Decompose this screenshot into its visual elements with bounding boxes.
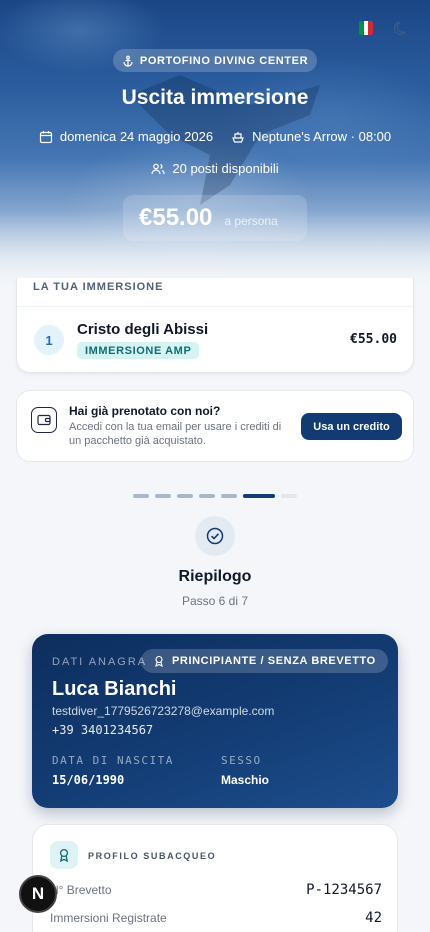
- step-dot: [221, 494, 237, 498]
- dive-center-badge: PORTOFINO DIVING CENTER: [113, 49, 317, 72]
- level-text: PRINCIPIANTE / SENZA BREVETTO: [172, 655, 376, 667]
- sex-value: Maschio: [221, 773, 270, 787]
- users-icon: [151, 163, 165, 174]
- check-circle-icon: [206, 527, 224, 545]
- next-devtools-button[interactable]: N: [19, 875, 57, 913]
- step-title: Riepilogo: [178, 568, 252, 585]
- personal-data-label: DATI ANAGRA: [52, 656, 148, 668]
- step-dot: [243, 494, 275, 498]
- trip-meta: domenica 24 maggio 2026 Neptune's Arrow …: [0, 129, 430, 144]
- profile-row: Immersioni Registrate 42: [50, 910, 382, 926]
- step-dot: [177, 494, 193, 498]
- profile-row-label: N° Brevetto: [50, 883, 112, 897]
- dive-type-tag: IMMERSIONE AMP: [77, 342, 200, 359]
- dob-value: 15/06/1990: [52, 773, 125, 787]
- step-dot: [281, 494, 297, 498]
- seats-available: 20 posti disponibili: [172, 161, 279, 176]
- personal-data-card: DATI ANAGRA PRINCIPIANTE / SENZA BREVETT…: [32, 634, 398, 808]
- sex-label: SESSO: [221, 754, 262, 767]
- customer-phone: +39 3401234567: [52, 723, 154, 737]
- dive-center-name: PORTOFINO DIVING CENTER: [139, 54, 309, 67]
- profile-row-label: Immersioni Registrate: [50, 911, 167, 925]
- step-dot: [155, 494, 171, 498]
- step-progress: [133, 494, 297, 498]
- customer-email: testdiver_1779526723278@example.com: [52, 704, 275, 718]
- trip-date: domenica 24 maggio 2026: [59, 129, 214, 144]
- price-amount: €55.00: [139, 204, 213, 231]
- anchor-icon: [123, 55, 133, 67]
- calendar-icon: [39, 130, 52, 143]
- step-dot: [133, 494, 149, 498]
- page-title: Uscita immersione: [121, 86, 309, 109]
- step-dot: [199, 494, 215, 498]
- profile-row-value: P-1234567: [306, 882, 382, 898]
- level-badge: PRINCIPIANTE / SENZA BREVETTO: [141, 649, 388, 673]
- dark-mode-moon-icon[interactable]: [394, 20, 410, 36]
- hero-banner: [0, 0, 430, 290]
- trip-boat: Neptune's Arrow · 08:00: [252, 129, 392, 144]
- wallet-icon: [31, 407, 57, 433]
- language-flag-icon[interactable]: [359, 21, 373, 35]
- step-counter: Passo 6 di 7: [181, 594, 249, 608]
- use-credit-card: Hai già prenotato con noi? Accedi con la…: [16, 390, 414, 462]
- step-icon: [195, 516, 235, 556]
- dob-label: DATA DI NASCITA: [52, 754, 174, 767]
- price-per-person: €55.00 a persona: [123, 195, 307, 241]
- credit-title: Hai già prenotato con noi?: [69, 404, 221, 418]
- use-credit-button[interactable]: Usa un credito: [301, 413, 402, 440]
- customer-name: Luca Bianchi: [52, 678, 177, 700]
- award-icon: [155, 655, 163, 667]
- price-unit: a persona: [224, 214, 278, 228]
- divider: [17, 306, 413, 307]
- dive-site-name: Cristo degli Abissi: [77, 321, 209, 338]
- dive-price: €55.00: [350, 332, 397, 347]
- profile-row-value: 42: [365, 910, 382, 926]
- selected-dive-card: LA TUA IMMERSIONE 1 Cristo degli Abissi …: [16, 278, 414, 373]
- diver-profile-card: PROFILO SUBACQUEO N° Brevetto P-1234567 …: [32, 824, 398, 932]
- award-icon: [50, 841, 78, 869]
- dive-card-heading: LA TUA IMMERSIONE: [33, 281, 164, 293]
- boat-icon: [232, 131, 244, 143]
- credit-description: Accedi con la tua email per usare i cred…: [69, 421, 282, 447]
- profile-row: N° Brevetto P-1234567: [50, 882, 382, 898]
- dive-index-badge: 1: [34, 325, 64, 355]
- diver-profile-heading: PROFILO SUBACQUEO: [88, 851, 217, 861]
